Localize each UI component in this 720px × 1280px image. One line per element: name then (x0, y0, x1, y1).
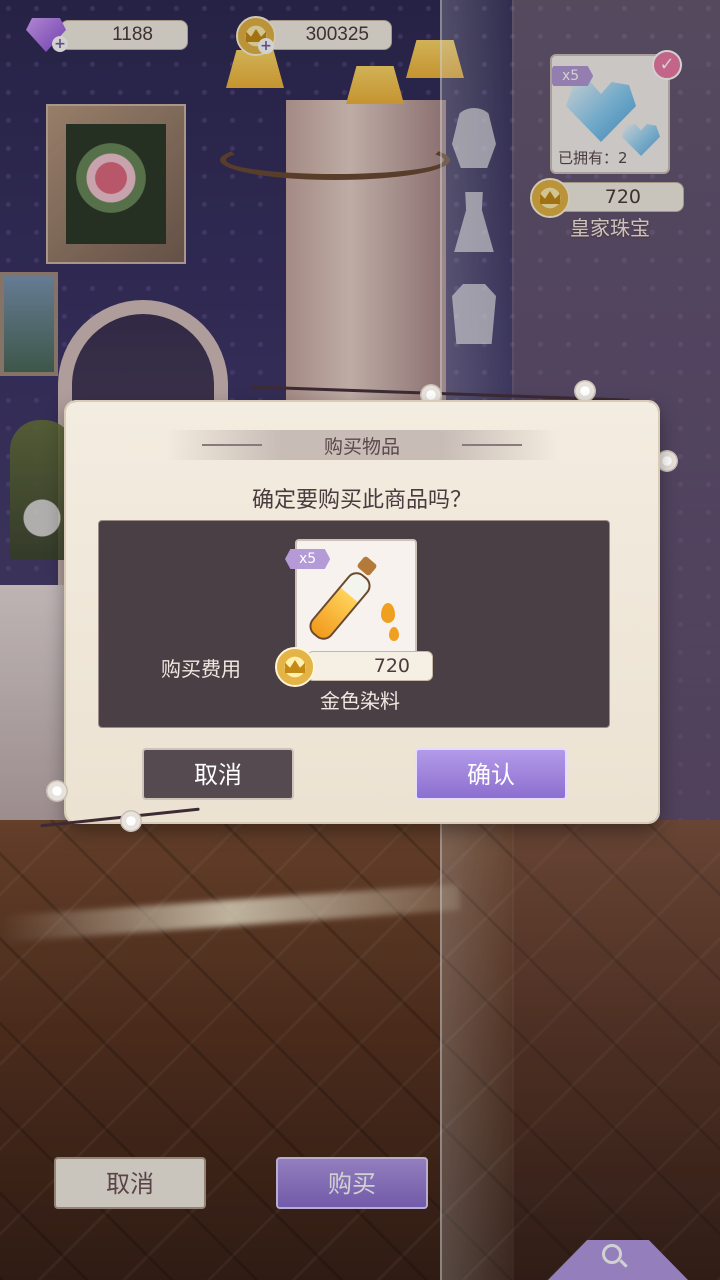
product-card: x5 (285, 539, 417, 655)
purchase-content: 购买费用 x5 720 金色染料 (98, 520, 610, 728)
confirm-question: 确定要购买此商品吗？ (251, 488, 472, 513)
product-price: 720 (373, 655, 410, 677)
dye-drop-icon (381, 603, 395, 623)
product-coin-icon (275, 647, 315, 687)
cost-label: 购买费用 (161, 657, 241, 681)
dialog-confirm-button[interactable]: 确认 (415, 748, 567, 800)
rose-decoration (656, 450, 678, 472)
dialog-title: 购买物品 (323, 436, 400, 458)
rose-decoration (46, 780, 68, 802)
product-quantity-badge: x5 (285, 549, 331, 569)
rose-decoration (120, 810, 142, 832)
product-price-pill: 720 (307, 651, 433, 681)
product-name: 金色染料 (320, 689, 400, 713)
dye-drop-icon (389, 627, 399, 641)
dye-vial-icon (304, 567, 376, 645)
rose-decoration (574, 380, 596, 402)
purchase-dialog: 购买物品 确定要购买此商品吗？ 购买费用 x5 720 金色染料 取消 确认 (66, 402, 658, 822)
dialog-cancel-button[interactable]: 取消 (142, 748, 294, 800)
